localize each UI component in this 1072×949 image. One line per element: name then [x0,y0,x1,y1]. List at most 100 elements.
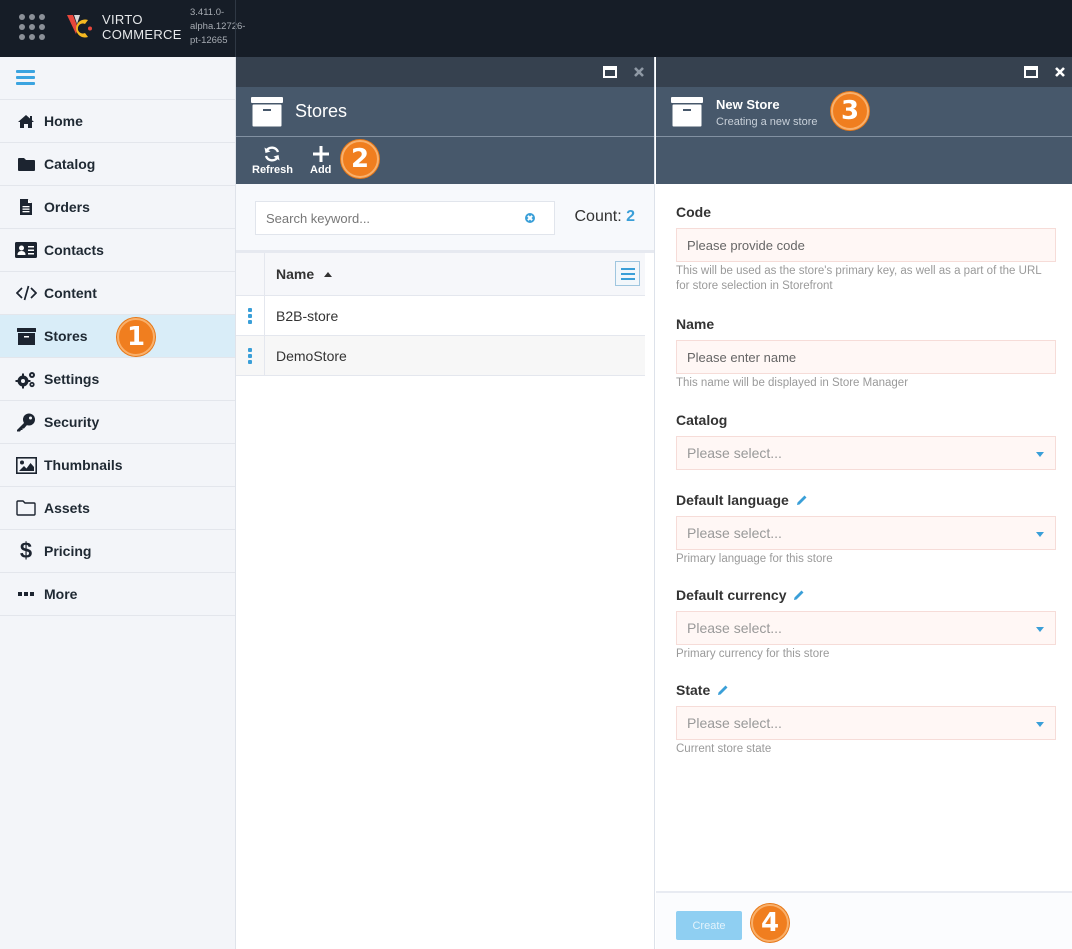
code-input[interactable] [687,237,1027,253]
brand-name: VIRTO COMMERCE [102,12,182,42]
image-icon [15,455,37,475]
brand-line-2: COMMERCE [102,27,182,42]
folder-outline-icon [15,498,37,518]
default-language-hint: Primary language for this store [676,553,833,565]
code-input-wrapper [676,228,1056,262]
code-hint: This will be used as the store's primary… [676,265,1042,292]
add-label: Add [310,164,332,176]
version-line-2: alpha.12726- [190,21,246,32]
refresh-label: Refresh [252,164,293,176]
sidebar-item-more[interactable]: More [0,573,235,616]
sidebar-item-assets[interactable]: Assets [0,487,235,530]
sidebar-item-pricing[interactable]: $ Pricing [0,530,235,573]
sidebar-item-label: Content [44,285,97,301]
name-field-group: Name This name will be displayed in Stor… [676,314,1056,391]
state-label: State [676,682,711,698]
search-box [255,201,555,235]
default-currency-label: Default currency [676,587,787,603]
refresh-button[interactable]: Refresh [252,144,293,176]
default-language-label: Default language [676,492,789,508]
step-badge-2: 2 [341,140,379,178]
grid-header-handle-cell [236,253,265,295]
sidebar-toggle[interactable] [0,57,235,100]
divider [235,0,236,57]
sidebar-item-orders[interactable]: Orders [0,186,235,229]
code-label: Code [676,204,711,220]
pencil-icon[interactable] [793,589,805,601]
hamburger-icon[interactable] [16,70,35,85]
apps-menu-icon[interactable] [19,14,45,40]
stores-grid: Name B2B-store DemoStore [236,253,645,376]
clear-search-icon[interactable] [525,213,535,223]
default-language-label-row: Default language [676,490,1056,510]
name-input[interactable] [687,349,1027,365]
default-currency-select[interactable]: Please select... [676,611,1056,645]
new-store-blade: New Store Creating a new store 3 Code Th… [656,57,1072,949]
row-context-menu-icon[interactable] [236,336,265,375]
state-label-row: State [676,680,1056,700]
table-row[interactable]: B2B-store [236,296,645,336]
count-label: Count: 2 [575,208,636,226]
search-input[interactable] [266,210,516,226]
pencil-icon[interactable] [796,494,808,506]
catalog-field-group: Catalog Please select... [676,410,1056,470]
sidebar: Home Catalog Orders Contacts Content Sto… [0,57,236,949]
blade-subtitle: Creating a new store [716,116,818,128]
sidebar-item-security[interactable]: Security [0,401,235,444]
sidebar-item-label: Pricing [44,543,92,559]
archive-box-icon [15,326,37,346]
step-badge-3: 3 [831,92,869,130]
blade-toolbar: Refresh Add 2 [236,137,654,184]
column-name-label: Name [276,266,315,282]
blade-title: New Store [716,97,780,112]
default-currency-label-row: Default currency [676,585,1056,605]
default-language-field-group: Default language Please select... Primar… [676,490,1056,567]
row-name[interactable]: DemoStore [265,336,347,375]
sidebar-item-label: Orders [44,199,90,215]
code-field-group: Code This will be used as the store's pr… [676,202,1056,294]
brand-line-1: VIRTO [102,12,143,27]
row-context-menu-icon[interactable] [236,296,265,335]
virto-logo-icon [67,15,92,38]
sidebar-item-label: Stores [44,328,88,344]
close-icon[interactable] [1054,66,1066,78]
step-badge-4: 4 [751,904,789,942]
name-input-wrapper [676,340,1056,374]
sidebar-item-catalog[interactable]: Catalog [0,143,235,186]
default-currency-field-group: Default currency Please select... Primar… [676,585,1056,662]
chevron-down-icon [1036,532,1044,537]
archive-box-icon [671,97,703,127]
chevron-down-icon [1036,627,1044,632]
add-button[interactable]: Add [310,144,331,176]
row-name[interactable]: B2B-store [265,296,338,335]
sidebar-item-content[interactable]: Content [0,272,235,315]
catalog-select[interactable]: Please select... [676,436,1056,470]
sidebar-item-thumbnails[interactable]: Thumbnails [0,444,235,487]
state-select[interactable]: Please select... [676,706,1056,740]
default-currency-hint: Primary currency for this store [676,648,830,660]
sidebar-item-home[interactable]: Home [0,100,235,143]
maximize-icon[interactable] [1024,66,1038,78]
search-area: Count: 2 [236,184,654,253]
blade-footer: Create 4 [656,891,1072,949]
archive-box-icon [251,97,283,127]
maximize-icon[interactable] [603,66,617,78]
chevron-down-icon [1036,722,1044,727]
column-menu-button[interactable] [615,261,640,286]
pencil-icon[interactable] [717,684,729,696]
refresh-icon [263,144,281,164]
gears-icon [15,369,37,389]
sidebar-item-settings[interactable]: Settings [0,358,235,401]
sidebar-item-contacts[interactable]: Contacts [0,229,235,272]
name-hint: This name will be displayed in Store Man… [676,377,909,389]
sidebar-item-label: More [44,586,78,602]
table-row[interactable]: DemoStore [236,336,645,376]
ellipsis-icon [15,584,37,604]
document-icon [15,197,37,217]
default-language-select[interactable]: Please select... [676,516,1056,550]
sidebar-item-stores[interactable]: Stores 1 [0,315,235,358]
column-header-name[interactable]: Name [265,253,333,295]
sidebar-item-label: Contacts [44,242,104,258]
create-button[interactable]: Create [676,911,742,940]
close-icon[interactable] [633,66,645,78]
